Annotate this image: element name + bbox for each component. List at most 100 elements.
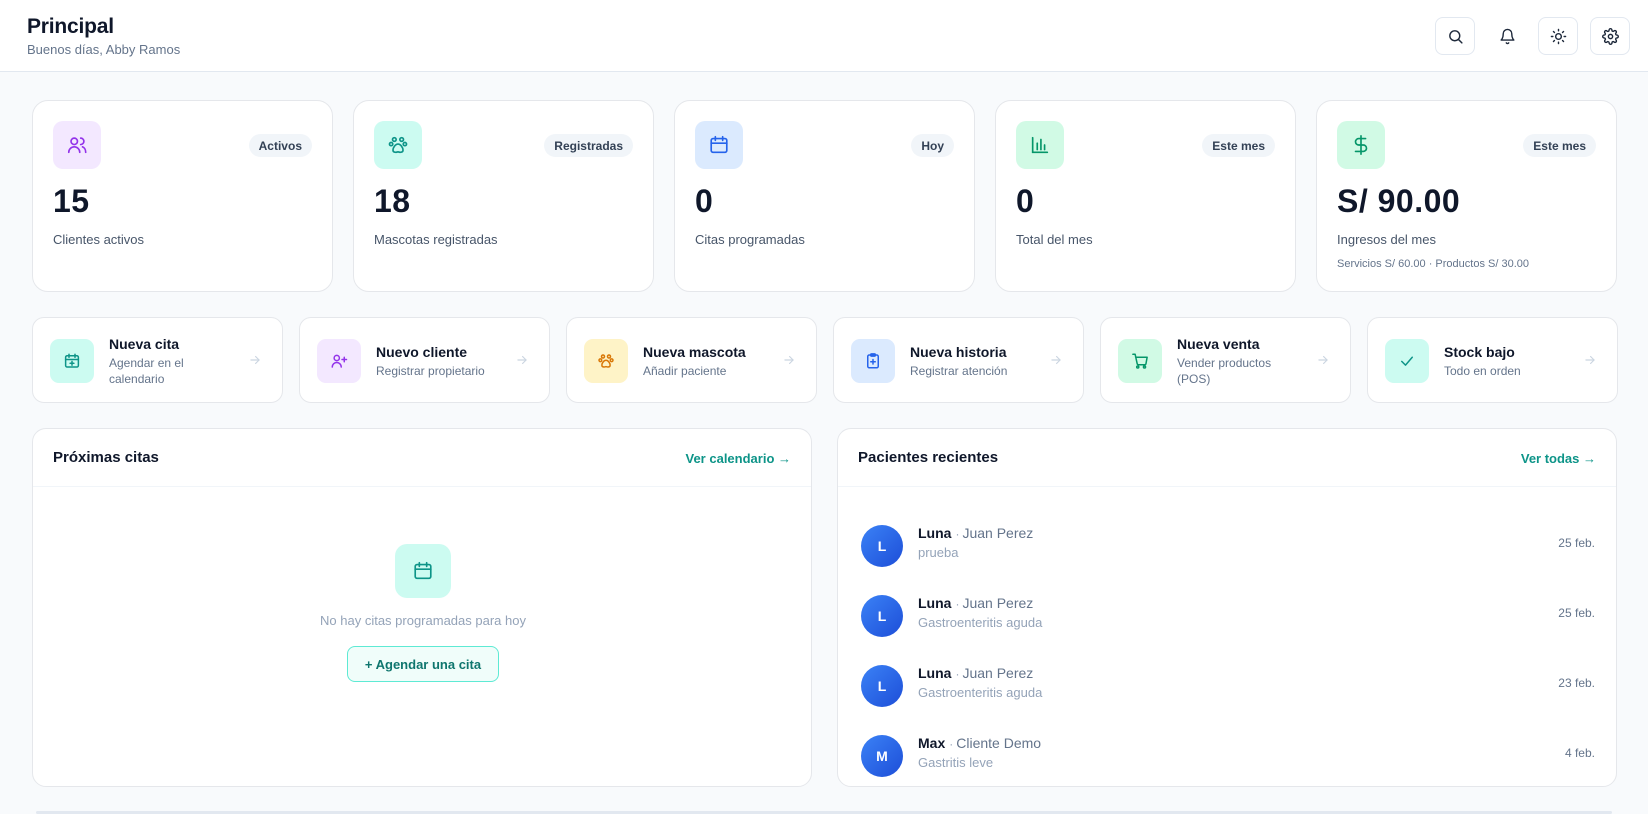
stat-breakdown: Servicios S/ 60.00 · Productos S/ 30.00 [1337,258,1529,270]
panel-title: Próximas citas [53,449,159,466]
quick-action-new-pet[interactable]: Nueva mascota Añadir paciente [566,317,817,403]
arrow-right-icon [248,353,262,367]
cart-icon [1132,353,1148,369]
stat-icon-box [1016,121,1064,169]
upcoming-appointments-panel: Próximas citas Ver calendario → No hay c… [32,428,812,787]
visit-date: 4 feb. [1564,746,1595,760]
qa-icon-box [1385,339,1429,383]
visit-reason: Gastroenteritis aguda [918,685,1043,700]
stat-label: Total del mes [1016,232,1093,247]
stat-icon-box [1337,121,1385,169]
qa-title: Nuevo cliente [376,344,468,360]
dollar-icon [1354,135,1368,155]
schedule-appointment-button[interactable]: + Agendar una cita [347,646,499,682]
patient-row[interactable]: L Luna · Juan Perez prueba 25 feb. [838,510,1616,580]
stat-badge: Activos [248,134,312,157]
stat-icon-box [53,121,101,169]
patient-name: Luna [918,525,952,541]
qa-icon-box [50,339,94,383]
owner-name: Cliente Demo [956,735,1042,751]
stat-value: 15 [53,183,90,219]
quick-action-new-appointment[interactable]: Nueva cita Agendar en el calendario [32,317,283,403]
owner-name: Juan Perez [962,595,1034,611]
bell-icon [1499,28,1515,44]
qa-title: Nueva mascota [643,344,746,360]
stat-label: Ingresos del mes [1337,232,1436,247]
clipboard-plus-icon [867,353,879,369]
user-plus-icon [331,354,348,368]
view-all-link[interactable]: Ver todas → [1521,451,1596,466]
check-icon [1401,356,1413,366]
panel-header: Pacientes recientes Ver todas → [838,429,1616,487]
qa-title: Nueva historia [910,344,1007,360]
quick-action-new-sale[interactable]: Nueva venta Vender productos (POS) [1100,317,1351,403]
empty-state-icon-box [395,544,451,598]
qa-subtitle: Registrar atención [910,364,1008,378]
quick-action-new-history[interactable]: Nueva historia Registrar atención [833,317,1084,403]
qa-subtitle: Agendar en el calendario [109,356,184,386]
theme-toggle-button[interactable] [1538,17,1578,55]
stat-badge: Este mes [1523,134,1596,157]
patient-row[interactable]: M Max · Cliente Demo Gastritis leve 4 feb. [838,720,1616,786]
visit-date: 23 feb. [1558,676,1595,690]
qa-title: Stock bajo [1444,344,1515,360]
patient-row[interactable]: L Luna · Juan Perez Gastroenteritis aguda … [838,650,1616,720]
owner-name: Juan Perez [962,525,1034,541]
search-button[interactable] [1435,17,1475,55]
arrow-right-icon [1049,353,1063,367]
empty-state-text: No hay citas programadas para hoy [320,613,526,628]
avatar: L [861,525,903,567]
panel-header: Próximas citas Ver calendario → [33,429,811,487]
visit-reason: Gastritis leve [918,755,994,770]
stat-value: 0 [1016,183,1035,219]
stat-card-monthly-total: Este mes 0 Total del mes [995,100,1296,292]
separator-dot: · [949,737,954,751]
quick-action-new-client[interactable]: Nuevo cliente Registrar propietario [299,317,550,403]
arrow-right-icon [1583,353,1597,367]
stat-value: 18 [374,183,411,219]
stat-icon-box [695,121,743,169]
avatar: L [861,595,903,637]
qa-icon-box [584,339,628,383]
stat-label: Citas programadas [695,232,805,247]
qa-title: Nueva venta [1177,336,1260,352]
calendar-icon [414,561,432,580]
stat-badge: Hoy [911,134,954,157]
arrow-right-icon [515,353,529,367]
stat-value: 0 [695,183,714,219]
gear-icon [1601,27,1619,45]
top-bar: Principal Buenos días, Abby Ramos [0,0,1648,72]
qa-icon-box [1118,339,1162,383]
notifications-button[interactable] [1487,17,1527,55]
patient-name: Luna [918,665,952,681]
qa-icon-box [317,339,361,383]
calendar-icon [710,135,728,154]
visit-reason: prueba [918,545,959,560]
quick-action-low-stock[interactable]: Stock bajo Todo en orden [1367,317,1618,403]
qa-icon-box [851,339,895,383]
stat-value: S/ 90.00 [1337,183,1461,219]
sun-icon [1550,28,1566,44]
patient-row[interactable]: L Luna · Juan Perez Gastroenteritis aguda … [838,580,1616,650]
avatar: L [861,665,903,707]
qa-subtitle: Todo en orden [1444,364,1521,378]
arrow-right-icon [1316,353,1330,367]
greeting-text: Buenos días, Abby Ramos [27,42,181,57]
settings-button[interactable] [1590,17,1630,55]
qa-subtitle: Añadir paciente [643,364,727,378]
visit-date: 25 feb. [1558,606,1595,620]
calendar-plus-icon [64,353,80,368]
qa-subtitle: Vender productos (POS) [1177,356,1272,386]
visit-reason: Gastroenteritis aguda [918,615,1043,630]
stat-badge: Registradas [544,134,633,157]
view-calendar-link[interactable]: Ver calendario → [686,451,792,466]
visit-date: 25 feb. [1558,536,1595,550]
stat-label: Clientes activos [53,232,145,247]
qa-title: Nueva cita [109,336,180,352]
owner-name: Juan Perez [962,665,1034,681]
stat-card-clients: Activos 15 Clientes activos [32,100,333,292]
separator-dot: · [955,667,960,681]
stat-card-income: Este mes S/ 90.00 Ingresos del mes Servi… [1316,100,1617,292]
recent-patients-panel: Pacientes recientes Ver todas → L Luna · J… [837,428,1617,787]
patient-name: Luna [918,595,952,611]
